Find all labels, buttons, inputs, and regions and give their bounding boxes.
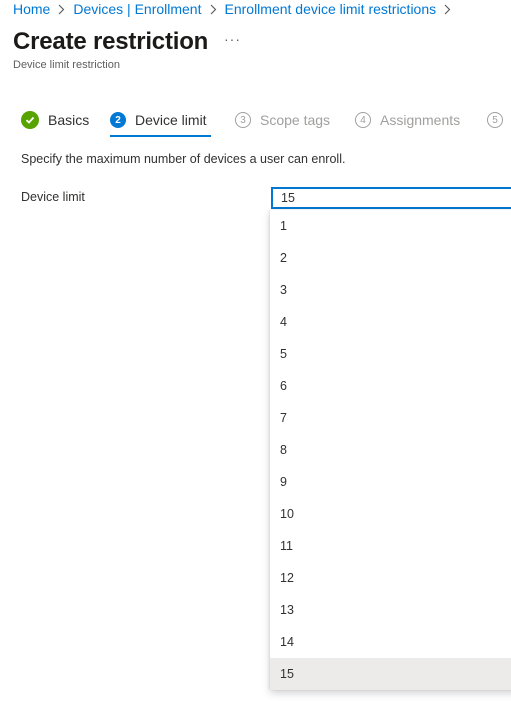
device-limit-dropdown[interactable]: 15 — [271, 187, 511, 209]
wizard-steps: Basics 2 Device limit 3 Scope tags 4 Ass… — [0, 108, 511, 138]
dropdown-option[interactable]: 10 — [270, 498, 511, 530]
breadcrumb-home[interactable]: Home — [13, 1, 50, 17]
step-number: 5 — [487, 112, 503, 128]
dropdown-option[interactable]: 8 — [270, 434, 511, 466]
step-scope-tags[interactable]: 3 Scope tags — [235, 108, 330, 132]
dropdown-option[interactable]: 13 — [270, 594, 511, 626]
step-device-limit[interactable]: 2 Device limit — [110, 108, 207, 132]
step-label: Scope tags — [260, 112, 331, 128]
dropdown-option[interactable]: 9 — [270, 466, 511, 498]
step-number: 4 — [355, 112, 371, 128]
dropdown-option[interactable]: 1 — [270, 210, 511, 242]
device-limit-listbox: 1 2 3 4 5 6 7 8 9 10 11 12 13 14 15 — [270, 210, 511, 690]
description-text: Specify the maximum number of devices a … — [21, 152, 346, 166]
step-basics[interactable]: Basics — [21, 108, 89, 132]
dropdown-option-selected[interactable]: 15 — [270, 658, 511, 690]
page-title: Create restriction — [13, 28, 209, 55]
page-subtitle: Device limit restriction — [13, 59, 120, 71]
step-label: Device limit — [135, 112, 207, 128]
breadcrumb-devices-enrollment[interactable]: Devices | Enrollment — [73, 1, 201, 17]
dropdown-option[interactable]: 12 — [270, 562, 511, 594]
chevron-right-icon — [210, 4, 217, 15]
step-number: 3 — [235, 112, 251, 128]
chevron-right-icon — [444, 4, 451, 15]
dropdown-option[interactable]: 2 — [270, 242, 511, 274]
dropdown-option[interactable]: 4 — [270, 306, 511, 338]
chevron-right-icon — [58, 4, 65, 15]
step-number: 2 — [110, 112, 126, 128]
step-label: Assignments — [380, 112, 461, 128]
create-restriction-page: Home Devices | Enrollment Enrollment dev… — [0, 0, 511, 701]
step-label: Basics — [48, 112, 90, 128]
device-limit-label: Device limit — [21, 190, 85, 204]
dropdown-option[interactable]: 6 — [270, 370, 511, 402]
dropdown-option[interactable]: 3 — [270, 274, 511, 306]
breadcrumb: Home Devices | Enrollment Enrollment dev… — [13, 0, 459, 18]
more-icon[interactable]: ··· — [224, 31, 241, 47]
dropdown-option[interactable]: 11 — [270, 530, 511, 562]
dropdown-option[interactable]: 5 — [270, 338, 511, 370]
breadcrumb-enrollment-device-limit-restrictions[interactable]: Enrollment device limit restrictions — [225, 1, 437, 17]
dropdown-option[interactable]: 7 — [270, 402, 511, 434]
step-assignments[interactable]: 4 Assignments — [355, 108, 460, 132]
active-step-underline — [110, 135, 211, 137]
step-review[interactable]: 5 — [487, 108, 503, 132]
dropdown-option[interactable]: 14 — [270, 626, 511, 658]
checkmark-icon — [21, 111, 39, 129]
